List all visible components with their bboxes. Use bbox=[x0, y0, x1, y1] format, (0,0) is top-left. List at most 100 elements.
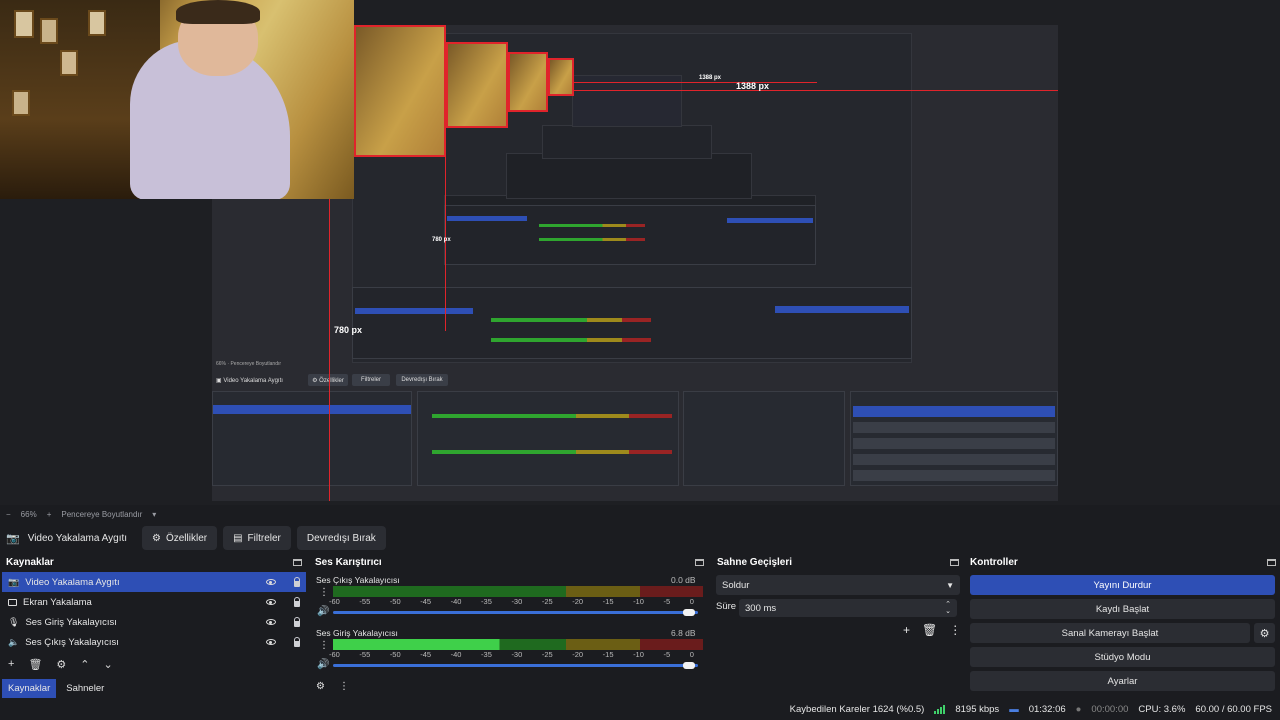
status-bar: Kaybedilen Kareler 1624 (%0.5) 8195 kbps… bbox=[0, 699, 1280, 720]
start-virtual-camera-button[interactable]: Sanal Kamerayı Başlat bbox=[970, 623, 1250, 643]
mini-zoom-label: 66% · Pencereye Boyutlandır bbox=[216, 361, 282, 367]
px-label-height-small: 780 px bbox=[432, 237, 451, 243]
studio-mode-button[interactable]: Stüdyo Modu bbox=[970, 647, 1275, 667]
trash-icon[interactable]: 🗑 bbox=[922, 623, 937, 637]
cpu-usage: CPU: 3.6% bbox=[1138, 704, 1186, 715]
spinner-icon[interactable]: ⌃ ⌄ bbox=[945, 601, 951, 615]
volume-icon[interactable]: 🔊 bbox=[317, 606, 329, 617]
meter-input bbox=[333, 639, 703, 650]
undock-icon[interactable] bbox=[293, 558, 302, 566]
channel-name-output: Ses Çıkış Yakalayıcısı bbox=[316, 575, 400, 585]
duration-input[interactable]: 300 ms ⌃ ⌄ bbox=[739, 599, 957, 617]
sources-toolbar: + 🗑 ⚙ ⌃ ⌄ bbox=[2, 652, 306, 671]
visibility-eye-icon[interactable] bbox=[266, 619, 276, 625]
tab-sources[interactable]: Kaynaklar bbox=[2, 679, 57, 698]
stop-streaming-button[interactable]: Yayını Durdur bbox=[970, 575, 1275, 595]
volume-knob-output[interactable] bbox=[683, 609, 695, 616]
filters-button[interactable]: ▤ Filtreler bbox=[223, 526, 291, 550]
properties-label: Özellikler bbox=[165, 532, 208, 544]
preview-area[interactable]: 66% · Pencereye Boyutlandır ▣ Video Yaka… bbox=[0, 0, 1280, 505]
advanced-audio-icon[interactable]: ⚙ bbox=[316, 681, 325, 692]
lock-icon[interactable] bbox=[294, 576, 300, 587]
source-label: Ekran Yakalama bbox=[23, 596, 92, 608]
source-item-audio-output[interactable]: 🔈 Ses Çıkış Yakalayıcısı bbox=[2, 632, 306, 652]
lock-icon[interactable] bbox=[294, 616, 300, 627]
source-item-video-capture[interactable]: 📷 Video Yakalama Aygıtı bbox=[2, 572, 306, 592]
channel-menu-icon[interactable]: ⋮ bbox=[319, 640, 329, 651]
sources-dock: Kaynaklar 📷 Video Yakalama Aygıtı Ekran … bbox=[2, 555, 306, 698]
mini-mixer-panel bbox=[417, 391, 679, 486]
mini2-ui bbox=[352, 287, 912, 359]
transition-value: Soldur bbox=[722, 579, 750, 591]
channel-db-output: 0.0 dB bbox=[671, 575, 696, 585]
recursive-frame-4 bbox=[548, 58, 574, 96]
resize-label: Pencereye Boyutlandır bbox=[61, 509, 143, 519]
recursive-frame-1 bbox=[354, 25, 446, 157]
mixer-toolbar: ⚙ ⋮ bbox=[316, 681, 349, 692]
tab-scenes[interactable]: Sahneler bbox=[60, 679, 110, 698]
add-icon[interactable]: + bbox=[903, 623, 910, 637]
mini-deactivate: Devredışı Bırak bbox=[396, 374, 448, 386]
volume-icon[interactable]: 🔊 bbox=[317, 659, 329, 670]
mixer-menu-icon[interactable]: ⋮ bbox=[339, 681, 349, 692]
signal-strength-icon bbox=[934, 705, 946, 714]
recursive-frame-3 bbox=[508, 52, 548, 112]
transitions-dock-title: Sahne Geçişleri bbox=[713, 555, 963, 569]
px-label-width: 1388 px bbox=[736, 81, 770, 91]
scene-transitions-dock: Sahne Geçişleri Soldur ▼ Süre 300 ms ⌃ ⌄ … bbox=[713, 555, 963, 697]
settings-button[interactable]: Ayarlar bbox=[970, 671, 1275, 691]
mini-controls-panel bbox=[850, 391, 1058, 486]
deactivate-button[interactable]: Devredışı Bırak bbox=[296, 526, 386, 550]
properties-button[interactable]: ⚙ Özellikler bbox=[142, 526, 218, 550]
webcam-source[interactable] bbox=[0, 0, 354, 199]
transition-select[interactable]: Soldur ▼ bbox=[716, 575, 960, 595]
channel-menu-icon[interactable]: ⋮ bbox=[319, 587, 329, 598]
zoom-plus[interactable]: + bbox=[47, 510, 52, 519]
recursive-frame-2 bbox=[446, 42, 508, 128]
duration-label: Süre bbox=[716, 601, 737, 612]
duration-value: 300 ms bbox=[745, 602, 777, 614]
zoom-minus[interactable]: − bbox=[6, 510, 11, 519]
move-down-icon[interactable]: ⌄ bbox=[104, 658, 113, 671]
speaker-icon: 🔈 bbox=[8, 636, 20, 647]
menu-dots-icon[interactable]: ⋮ bbox=[949, 623, 961, 637]
volume-knob-input[interactable] bbox=[683, 662, 695, 669]
source-label: Ses Giriş Yakalayıcısı bbox=[25, 616, 117, 628]
undock-icon[interactable] bbox=[950, 558, 959, 566]
volume-slider-output[interactable] bbox=[333, 611, 698, 614]
record-icon: ● bbox=[1075, 704, 1082, 715]
lock-icon[interactable] bbox=[294, 596, 300, 607]
controls-dock-title: Kontroller bbox=[966, 555, 1280, 569]
source-item-audio-input[interactable]: 🎙 Ses Giriş Yakalayıcısı bbox=[2, 612, 306, 632]
gear-icon: ⚙ bbox=[152, 532, 161, 544]
fps: 60.00 / 60.00 FPS bbox=[1195, 704, 1272, 715]
visibility-eye-icon[interactable] bbox=[266, 579, 276, 585]
monitor-icon bbox=[8, 598, 17, 606]
meter-ticks-output: -60 -55 -50 -45 -40 -35 -30 -25 -20 -15 -10 -5 0 bbox=[329, 597, 694, 606]
undock-icon[interactable] bbox=[695, 558, 704, 566]
lock-icon[interactable] bbox=[294, 636, 300, 647]
camera-icon: 📷 bbox=[6, 532, 20, 545]
visibility-eye-icon[interactable] bbox=[266, 599, 276, 605]
virtual-camera-settings-gear-icon[interactable]: ⚙ bbox=[1254, 623, 1275, 643]
audio-mixer-dock: Ses Karıştırıcı Ses Çıkış Yakalayıcısı 0… bbox=[311, 555, 708, 697]
stream-icon: ▬ bbox=[1009, 704, 1019, 715]
filters-label: Filtreler bbox=[247, 532, 281, 544]
undock-icon[interactable] bbox=[1267, 558, 1276, 566]
meter-ticks-input: -60 -55 -50 -45 -40 -35 -30 -25 -20 -15 -10 -5 0 bbox=[329, 650, 694, 659]
resize-dropdown-icon[interactable]: ▾ bbox=[152, 510, 156, 519]
source-item-screen-capture[interactable]: Ekran Yakalama bbox=[2, 592, 306, 612]
mixer-dock-title: Ses Karıştırıcı bbox=[311, 555, 708, 569]
transitions-title: Sahne Geçişleri bbox=[717, 556, 793, 568]
trash-icon[interactable]: 🗑 bbox=[28, 658, 42, 671]
visibility-eye-icon[interactable] bbox=[266, 639, 276, 645]
gear-icon[interactable]: ⚙ bbox=[56, 658, 66, 671]
add-icon[interactable]: + bbox=[8, 658, 14, 671]
px-label-width-small: 1388 px bbox=[699, 75, 722, 81]
volume-slider-input[interactable] bbox=[333, 664, 698, 667]
start-recording-button[interactable]: Kaydı Başlat bbox=[970, 599, 1275, 619]
mini-filters: Filtreler bbox=[352, 374, 390, 386]
mini-sources-panel bbox=[212, 391, 412, 486]
channel-db-input: 6.8 dB bbox=[671, 628, 696, 638]
move-up-icon[interactable]: ⌃ bbox=[80, 658, 89, 671]
